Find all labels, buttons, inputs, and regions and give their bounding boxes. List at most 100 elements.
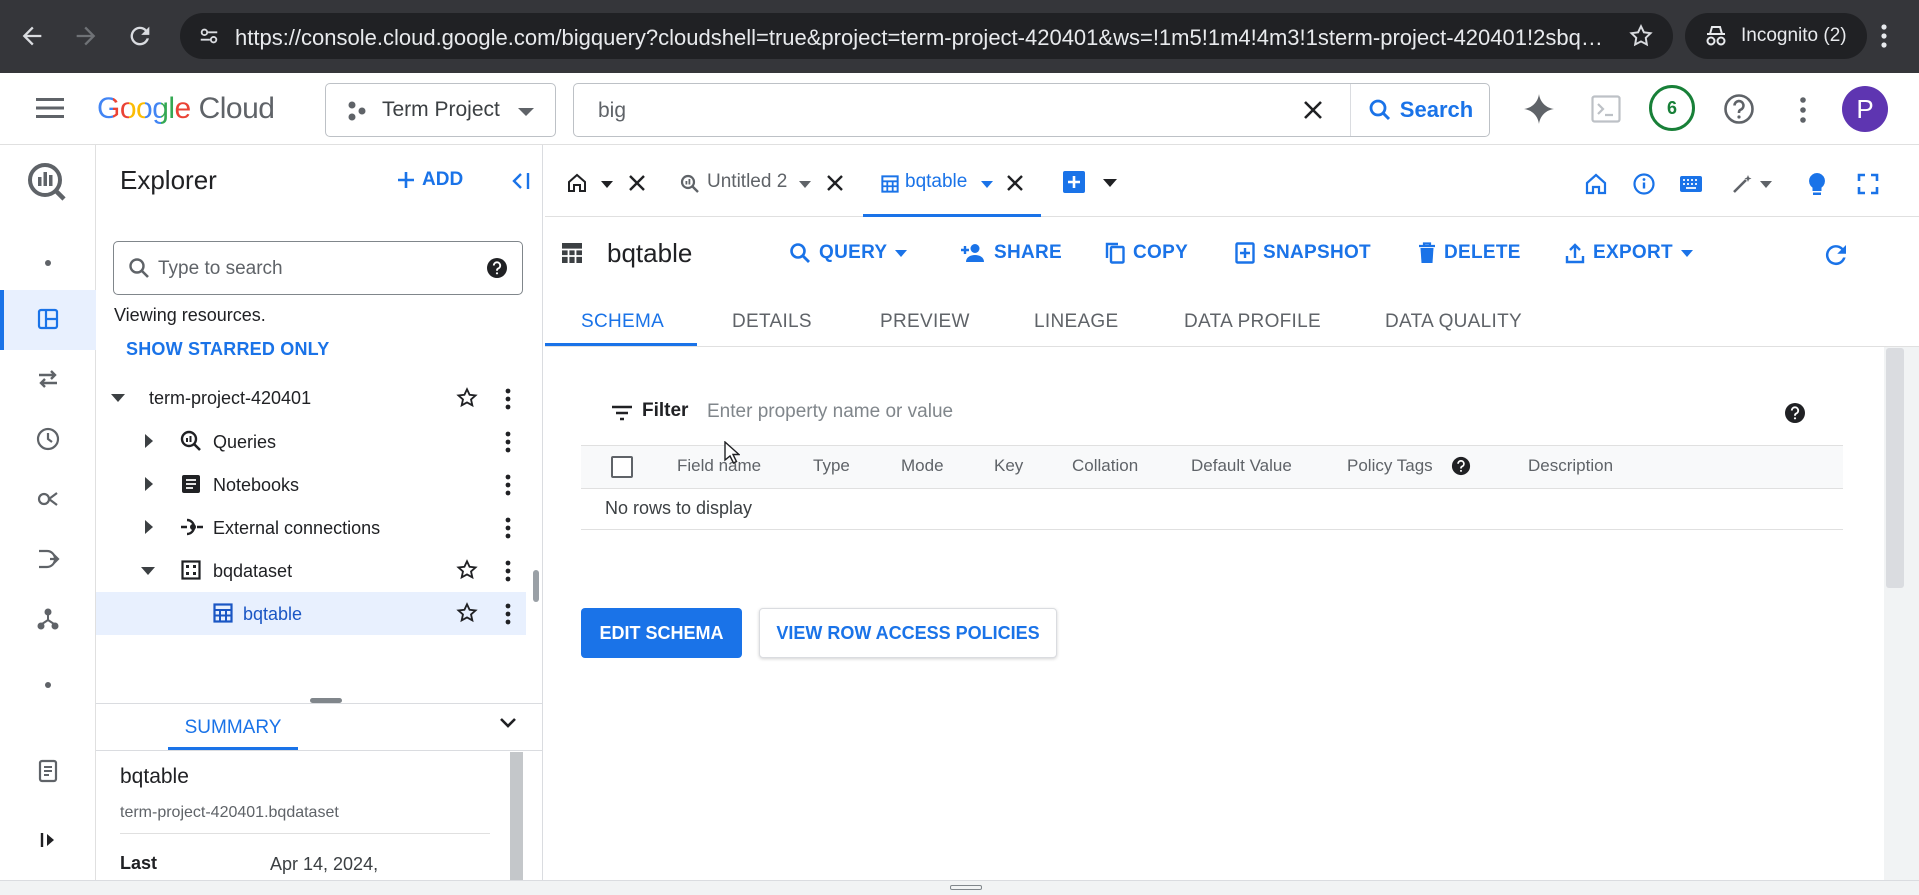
search-button[interactable]: Search [1350,84,1490,136]
partner-center-icon[interactable] [36,607,62,633]
caret-down-icon[interactable] [110,393,126,403]
tab-bqtable[interactable]: bqtable [863,145,1041,217]
collapse-explorer-icon[interactable] [508,171,530,191]
fullscreen-icon[interactable] [1857,173,1879,195]
filter-input[interactable]: Enter property name or value [707,401,953,423]
explorer-search-input[interactable]: Type to search [158,258,283,280]
kebab-icon[interactable] [505,388,511,410]
delete-button[interactable]: DELETE [1418,242,1521,264]
copy-button[interactable]: COPY [1105,242,1188,264]
star-icon[interactable] [456,387,478,409]
home-icon[interactable] [1585,173,1607,195]
site-settings-icon[interactable] [198,25,220,47]
transfers-icon[interactable] [36,367,62,393]
bigquery-logo-icon[interactable] [26,161,68,203]
info-icon[interactable] [1633,173,1655,195]
star-icon[interactable] [456,602,478,624]
col-default-value[interactable]: Default Value [1191,456,1292,476]
help-icon[interactable] [1784,402,1806,424]
more-options-icon[interactable] [1799,96,1807,124]
address-bar[interactable]: https://console.cloud.google.com/bigquer… [180,13,1673,59]
reload-icon[interactable] [126,22,154,50]
tree-item-table-selected[interactable]: bqtable [96,592,526,635]
col-key[interactable]: Key [994,456,1023,476]
scheduled-queries-icon[interactable] [36,427,62,453]
search-input[interactable]: big [598,99,626,123]
subtab-data-quality[interactable]: DATA QUALITY [1385,311,1522,333]
incognito-indicator[interactable]: Incognito (2) [1685,13,1867,59]
col-collation[interactable]: Collation [1072,456,1138,476]
caret-down-icon[interactable] [1760,181,1772,188]
forward-icon[interactable] [72,22,100,50]
rail-item-studio[interactable] [0,290,96,350]
col-mode[interactable]: Mode [901,456,944,476]
caret-down-icon[interactable] [981,181,993,188]
kebab-icon[interactable] [505,517,511,539]
col-policy-tags[interactable]: Policy Tags [1347,456,1433,476]
caret-right-icon[interactable] [144,433,154,449]
caret-right-icon[interactable] [144,519,154,535]
col-type[interactable]: Type [813,456,850,476]
main-scrollbar-thumb[interactable] [1886,348,1904,588]
close-tab-icon[interactable] [628,174,646,192]
kebab-icon[interactable] [505,474,511,496]
tab-summary[interactable]: SUMMARY [168,710,298,750]
gemini-icon[interactable] [1523,93,1555,125]
kebab-icon[interactable] [505,431,511,453]
subtab-data-profile[interactable]: DATA PROFILE [1184,311,1321,333]
analytics-hub-icon[interactable] [36,487,62,513]
global-search[interactable]: big Search [573,83,1490,137]
col-description[interactable]: Description [1528,456,1613,476]
caret-down-icon[interactable] [601,181,613,188]
drag-handle-icon[interactable] [950,885,982,890]
export-button[interactable]: EXPORT [1565,242,1693,264]
view-row-access-policies-button[interactable]: VIEW ROW ACCESS POLICIES [759,608,1057,658]
star-icon[interactable] [456,559,478,581]
query-button[interactable]: QUERY [789,242,908,264]
home-tab-icon[interactable] [567,173,587,193]
tree-item-external-connections[interactable]: External connections [96,506,526,549]
chevron-down-icon[interactable] [497,712,519,734]
lightbulb-icon[interactable] [1807,172,1827,196]
kebab-icon[interactable] [505,603,511,625]
help-icon[interactable] [1451,456,1471,476]
release-notes-icon[interactable] [36,759,62,785]
tree-project-row[interactable]: term-project-420401 [96,377,526,420]
kebab-icon[interactable] [505,560,511,582]
snapshot-button[interactable]: SNAPSHOT [1235,242,1371,264]
explorer-search-box[interactable]: Type to search [113,241,523,295]
refresh-icon[interactable] [1821,240,1851,270]
explorer-scrollbar[interactable] [533,570,539,602]
close-tab-icon[interactable] [826,174,844,192]
subtab-lineage[interactable]: LINEAGE [1034,311,1118,333]
project-selector[interactable]: Term Project [325,83,556,137]
google-cloud-logo[interactable]: Google Cloud [97,92,275,126]
col-field-name[interactable]: Field name [677,456,761,476]
edit-schema-button[interactable]: EDIT SCHEMA [581,608,742,658]
share-button[interactable]: SHARE [960,242,1062,264]
tree-item-notebooks[interactable]: Notebooks [96,463,526,506]
subtab-preview[interactable]: PREVIEW [880,311,970,333]
keyboard-icon[interactable] [1679,175,1703,193]
cloud-shell-icon[interactable] [1591,95,1621,123]
hamburger-menu-icon[interactable] [36,96,66,120]
caret-right-icon[interactable] [144,476,154,492]
avatar[interactable]: P [1842,86,1888,132]
expand-rail-icon[interactable] [40,831,66,857]
subtab-details[interactable]: DETAILS [732,311,812,333]
close-tab-icon[interactable] [1006,174,1024,192]
clear-search-icon[interactable] [1302,99,1324,121]
caret-down-icon[interactable] [1103,179,1117,187]
help-icon[interactable] [486,257,508,279]
caret-down-icon[interactable] [799,181,811,188]
show-starred-link[interactable]: SHOW STARRED ONLY [126,339,329,360]
select-all-checkbox[interactable] [611,456,633,478]
caret-down-icon[interactable] [140,566,156,576]
tree-item-queries[interactable]: Queries [96,420,526,463]
tab-untitled-label[interactable]: Untitled 2 [707,171,787,193]
new-tab-icon[interactable] [1063,171,1085,193]
help-icon[interactable] [1723,93,1755,125]
dataform-icon[interactable] [36,547,62,573]
back-icon[interactable] [18,22,46,50]
subtab-schema[interactable]: SCHEMA [581,311,664,333]
